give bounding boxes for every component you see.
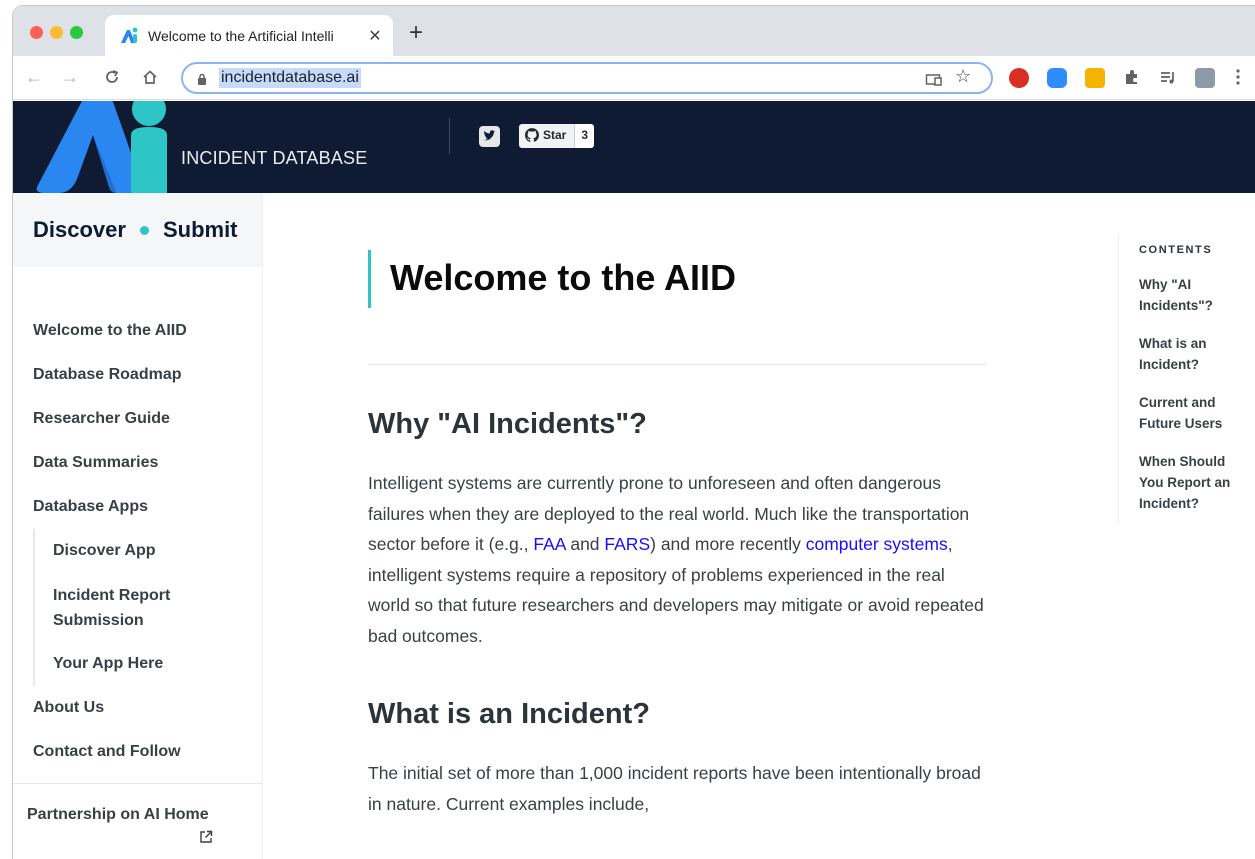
cast-icon[interactable] bbox=[925, 68, 943, 93]
notes-extension-icon[interactable] bbox=[1085, 68, 1105, 88]
sidebar-header: Discover Submit bbox=[13, 193, 262, 267]
sidebar-item-incident-report-submission[interactable]: Incident Report Submission bbox=[35, 573, 262, 642]
sidebar-item-database-apps[interactable]: Database Apps bbox=[13, 485, 262, 529]
sidebar-item-researcher-guide[interactable]: Researcher Guide bbox=[13, 397, 262, 441]
faa-link[interactable]: FAA bbox=[533, 534, 565, 554]
browser-menu-icon[interactable] bbox=[1235, 68, 1243, 88]
toc-item-when-report[interactable]: When Should You Report an Incident? bbox=[1139, 451, 1239, 514]
incident-paragraph: The initial set of more than 1,000 incid… bbox=[368, 763, 981, 814]
sidebar-item-about-us[interactable]: About Us bbox=[13, 686, 262, 730]
toc-item-why-ai-incidents[interactable]: Why "AI Incidents"? bbox=[1139, 274, 1239, 316]
minimize-window-button[interactable] bbox=[50, 26, 63, 39]
maximize-window-button[interactable] bbox=[70, 26, 83, 39]
external-link-icon[interactable] bbox=[199, 830, 213, 844]
separator-dot-icon bbox=[139, 225, 149, 235]
github-star-count[interactable]: 3 bbox=[574, 124, 595, 148]
twitter-icon[interactable] bbox=[479, 126, 500, 147]
sidebar-footer: Partnership on AI Home bbox=[13, 783, 262, 846]
zoom-extension-icon[interactable] bbox=[1047, 68, 1067, 88]
tab-title: Welcome to the Artificial Intelli bbox=[148, 27, 334, 44]
url-text[interactable]: incidentdatabase.ai bbox=[219, 68, 361, 88]
tab-strip: Welcome to the Artificial Intelli ✕ + bbox=[13, 6, 1255, 56]
close-window-button[interactable] bbox=[30, 26, 43, 39]
active-tab[interactable]: Welcome to the Artificial Intelli ✕ bbox=[105, 15, 393, 56]
section-heading-what-is-incident: What is an Incident? bbox=[368, 698, 650, 730]
home-icon[interactable] bbox=[137, 64, 163, 90]
header-divider bbox=[449, 118, 450, 154]
toc-heading: CONTENTS bbox=[1139, 244, 1213, 256]
address-bar[interactable]: incidentdatabase.ai ☆ bbox=[181, 62, 993, 94]
site-brand[interactable]: INCIDENT DATABASE bbox=[181, 148, 367, 169]
lock-icon bbox=[197, 72, 207, 85]
aiid-logo[interactable] bbox=[31, 101, 171, 193]
back-arrow-icon[interactable]: ← bbox=[21, 64, 47, 90]
sidebar-nav: Welcome to the AIID Database Roadmap Res… bbox=[13, 309, 262, 774]
aiid-favicon-icon bbox=[119, 26, 139, 46]
browser-window: Welcome to the Artificial Intelli ✕ + ← … bbox=[13, 6, 1255, 859]
title-divider bbox=[368, 364, 986, 365]
submit-link[interactable]: Submit bbox=[163, 217, 238, 243]
forward-arrow-icon[interactable]: → bbox=[57, 64, 83, 90]
sidebar-item-roadmap[interactable]: Database Roadmap bbox=[13, 353, 262, 397]
github-icon bbox=[525, 128, 539, 142]
adblock-extension-icon[interactable] bbox=[1009, 68, 1029, 88]
intro-paragraph: Intelligent systems are currently prone … bbox=[368, 468, 988, 651]
sidebar: Discover Submit Welcome to the AIID Data… bbox=[13, 193, 263, 859]
profile-avatar[interactable] bbox=[1195, 68, 1215, 88]
page-title: Welcome to the AIID bbox=[390, 257, 737, 298]
sidebar-item-discover-app[interactable]: Discover App bbox=[35, 529, 262, 573]
browser-toolbar: ← → incidentdatabase.ai ☆ bbox=[13, 56, 1255, 100]
section-heading-why-ai-incidents: Why "AI Incidents"? bbox=[368, 408, 647, 440]
sidebar-item-your-app-here[interactable]: Your App Here bbox=[35, 642, 262, 686]
sidebar-item-welcome[interactable]: Welcome to the AIID bbox=[13, 309, 262, 353]
sidebar-item-contact[interactable]: Contact and Follow bbox=[13, 730, 262, 774]
intro-text-b: and bbox=[565, 534, 605, 554]
fars-link[interactable]: FARS bbox=[604, 534, 650, 554]
reload-icon[interactable] bbox=[99, 64, 125, 90]
new-tab-button[interactable]: + bbox=[409, 21, 423, 45]
web-page: INCIDENT DATABASE Star 3 Discover Submit bbox=[13, 101, 1255, 859]
site-header: INCIDENT DATABASE Star 3 bbox=[13, 101, 1255, 193]
extensions-puzzle-icon[interactable] bbox=[1123, 68, 1143, 88]
github-star[interactable]: Star bbox=[519, 124, 575, 148]
bookmark-star-icon[interactable]: ☆ bbox=[955, 66, 971, 87]
partnership-link[interactable]: Partnership on AI Home bbox=[27, 806, 209, 823]
github-star-button[interactable]: Star 3 bbox=[519, 124, 595, 148]
toc-item-what-is-incident[interactable]: What is an Incident? bbox=[1139, 333, 1239, 375]
computer-systems-link[interactable]: computer systems bbox=[806, 534, 948, 554]
title-accent-bar bbox=[368, 250, 371, 308]
toc-item-current-future-users[interactable]: Current and Future Users bbox=[1139, 392, 1239, 434]
discover-link[interactable]: Discover bbox=[33, 217, 126, 243]
media-control-icon[interactable] bbox=[1159, 68, 1179, 88]
tab-close-icon[interactable]: ✕ bbox=[367, 26, 383, 46]
intro-text-c: ) and more recently bbox=[650, 534, 806, 554]
sidebar-item-data-summaries[interactable]: Data Summaries bbox=[13, 441, 262, 485]
github-star-label: Star bbox=[543, 128, 567, 142]
table-of-contents: CONTENTS Why "AI Incidents"? What is an … bbox=[1118, 234, 1255, 524]
sidebar-subnav: Discover App Incident Report Submission … bbox=[33, 529, 262, 686]
